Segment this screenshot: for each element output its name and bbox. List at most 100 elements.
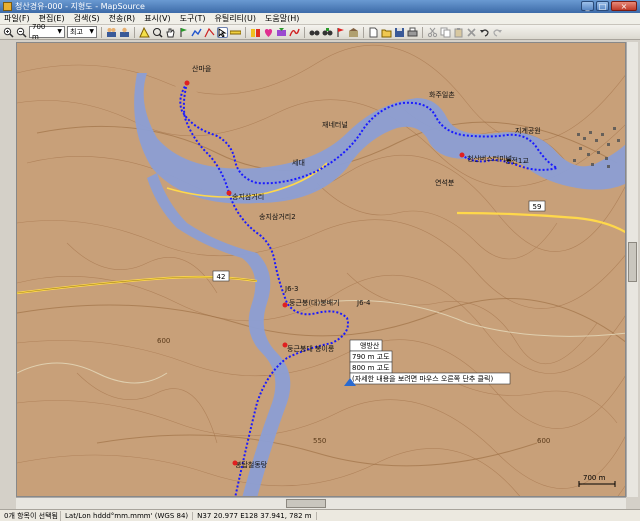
map-tool-icon[interactable] bbox=[139, 26, 150, 38]
tooltip-elevation-1: 790 m 고도 bbox=[352, 353, 390, 361]
status-coord-format: Lat/Lon hddd°mm.mmm' (WGS 84) bbox=[61, 511, 194, 520]
cut-icon[interactable] bbox=[427, 27, 438, 38]
find-place-icon[interactable] bbox=[119, 27, 130, 38]
paste-icon[interactable] bbox=[453, 27, 464, 38]
app-window: 청산경유-000 - 지형도 - MapSource _ □ × 파일(F) 편… bbox=[0, 0, 640, 521]
elevation-label-600: 600 bbox=[157, 337, 170, 345]
redo-icon[interactable] bbox=[492, 27, 503, 38]
road-number-59: 59 bbox=[533, 203, 542, 211]
geocache-icon[interactable] bbox=[348, 27, 359, 38]
map-canvas[interactable]: 42 59 산마을 청산버스터미널 용전1교 화주일촌 지계공원 재네터널 세대… bbox=[17, 43, 626, 497]
menu-search[interactable]: 검색(S) bbox=[74, 13, 100, 24]
map-label-j6-4: J6-4 bbox=[356, 299, 371, 307]
map-label-yeonseok: 연석분 bbox=[435, 178, 455, 187]
toolbar-divider bbox=[422, 26, 423, 38]
receive-from-device-icon[interactable] bbox=[250, 27, 261, 38]
detail-level-select[interactable]: 최고 ▼ bbox=[67, 26, 97, 38]
map-label-songji-junction: 송지삼거리 bbox=[232, 192, 264, 201]
toolbar-divider bbox=[245, 26, 246, 38]
map-label-j6-3: J6-3 bbox=[284, 285, 299, 293]
tape-measure-icon[interactable] bbox=[229, 27, 242, 38]
send-to-device-icon[interactable] bbox=[263, 27, 274, 38]
map-label-san-maeul: 산마을 bbox=[192, 64, 212, 73]
status-bar: 0개 항목이 선택됨 Lat/Lon hddd°mm.mmm' (WGS 84)… bbox=[0, 509, 640, 521]
road-number-42: 42 bbox=[217, 273, 226, 281]
tooltip-title: 앵방산 bbox=[360, 341, 380, 350]
toolbar-divider bbox=[304, 26, 305, 38]
menu-bar: 파일(F) 편집(E) 검색(S) 전송(R) 표시(V) 도구(T) 유틸리티… bbox=[0, 13, 640, 25]
delete-icon[interactable] bbox=[466, 27, 477, 38]
menu-tools[interactable]: 도구(T) bbox=[180, 13, 206, 24]
route-tool-icon[interactable] bbox=[191, 27, 202, 38]
find-icon[interactable] bbox=[309, 27, 320, 38]
zoom-in-icon[interactable] bbox=[3, 27, 14, 38]
zoom-scale-value: 700 m bbox=[32, 23, 46, 41]
map-label-park: 지계공원 bbox=[515, 126, 541, 135]
waypoint-marker[interactable] bbox=[459, 152, 465, 158]
map-view[interactable]: 42 59 산마을 청산버스터미널 용전1교 화주일촌 지계공원 재네터널 세대… bbox=[16, 42, 626, 497]
zoom-out-icon[interactable] bbox=[16, 27, 27, 38]
map-label-yongjeon-bridge: 용전1교 bbox=[505, 156, 529, 165]
minimize-button[interactable]: _ bbox=[581, 1, 594, 11]
toolbar: 700 m ▼ 최고 ▼ bbox=[0, 23, 640, 41]
detail-level-value: 최고 bbox=[70, 28, 83, 36]
chevron-down-icon: ▼ bbox=[89, 28, 94, 35]
map-label-dunggeunbong-2: 둥근봉대 봉이롱 bbox=[287, 344, 335, 353]
zoom-scale-select[interactable]: 700 m ▼ bbox=[29, 23, 65, 41]
copy-icon[interactable] bbox=[440, 27, 451, 38]
close-button[interactable]: × bbox=[611, 1, 637, 11]
elevation-label-550: 550 bbox=[313, 437, 326, 445]
transfer-icon[interactable] bbox=[276, 27, 287, 38]
map-label-dunggeunbong-1: 둥근봉(대)봉배기 bbox=[289, 298, 340, 307]
select-tool-icon[interactable] bbox=[217, 26, 228, 38]
waypoint-marker[interactable] bbox=[232, 460, 238, 466]
find-people-icon[interactable] bbox=[106, 27, 117, 38]
track-icon[interactable] bbox=[289, 27, 300, 38]
undo-icon[interactable] bbox=[479, 27, 490, 38]
chevron-down-icon: ▼ bbox=[57, 28, 62, 35]
map-label-hwaju: 화주일촌 bbox=[429, 90, 455, 99]
status-cursor-coords: N37 20.977 E128 37.941, 782 m bbox=[193, 511, 317, 520]
waypoint-marker[interactable] bbox=[282, 302, 288, 308]
menu-file[interactable]: 파일(F) bbox=[4, 13, 30, 24]
toolbar-divider bbox=[363, 26, 364, 38]
left-panel-edge bbox=[0, 42, 16, 509]
route-flag-icon[interactable] bbox=[335, 27, 346, 38]
print-icon[interactable] bbox=[407, 27, 418, 38]
window-controls: _ □ × bbox=[581, 1, 637, 11]
scale-label: 700 m bbox=[583, 474, 606, 482]
maximize-button[interactable]: □ bbox=[596, 1, 609, 11]
waypoint-marker[interactable] bbox=[282, 342, 288, 348]
tooltip-hint: (자세한 내용을 보려면 마우스 오른쪽 단추 클릭) bbox=[352, 374, 493, 383]
hand-tool-icon[interactable] bbox=[165, 27, 176, 38]
map-label-songji-junction-2: 송지삼거리2 bbox=[259, 212, 296, 221]
menu-help[interactable]: 도움말(H) bbox=[265, 13, 299, 24]
save-icon[interactable] bbox=[394, 27, 405, 38]
map-label-bongtap: 봉탑철동탕 bbox=[235, 460, 268, 469]
find-nearest-icon[interactable] bbox=[322, 27, 333, 38]
horizontal-scroll-thumb[interactable] bbox=[286, 499, 326, 508]
map-label-sedae: 세대 bbox=[292, 158, 305, 167]
status-selection: 0개 항목이 선택됨 bbox=[0, 510, 61, 521]
open-folder-icon[interactable] bbox=[381, 27, 392, 38]
menu-utilities[interactable]: 유틸리티(U) bbox=[214, 13, 256, 24]
horizontal-scrollbar[interactable] bbox=[16, 497, 626, 509]
new-file-icon[interactable] bbox=[368, 27, 379, 38]
tooltip-elevation-2: 800 m 고도 bbox=[352, 364, 390, 372]
menu-transfer[interactable]: 전송(R) bbox=[109, 13, 136, 24]
waypoint-marker[interactable] bbox=[184, 80, 190, 86]
zoom-tool-icon[interactable] bbox=[152, 27, 163, 38]
toolbar-divider bbox=[101, 26, 102, 38]
menu-view[interactable]: 표시(V) bbox=[144, 13, 170, 24]
window-title: 청산경유-000 - 지형도 - MapSource bbox=[15, 2, 145, 11]
elevation-label-600-east: 600 bbox=[537, 437, 550, 445]
map-label-tunnel: 재네터널 bbox=[322, 120, 348, 129]
title-bar[interactable]: 청산경유-000 - 지형도 - MapSource _ □ × bbox=[0, 0, 640, 13]
toolbar-divider bbox=[134, 26, 135, 38]
vertical-scrollbar[interactable] bbox=[626, 42, 638, 497]
vertical-scroll-thumb[interactable] bbox=[628, 242, 637, 282]
waypoint-marker[interactable] bbox=[226, 190, 232, 196]
app-icon bbox=[3, 2, 12, 11]
measure-tool-icon[interactable] bbox=[204, 27, 215, 38]
waypoint-tool-icon[interactable] bbox=[178, 27, 189, 38]
